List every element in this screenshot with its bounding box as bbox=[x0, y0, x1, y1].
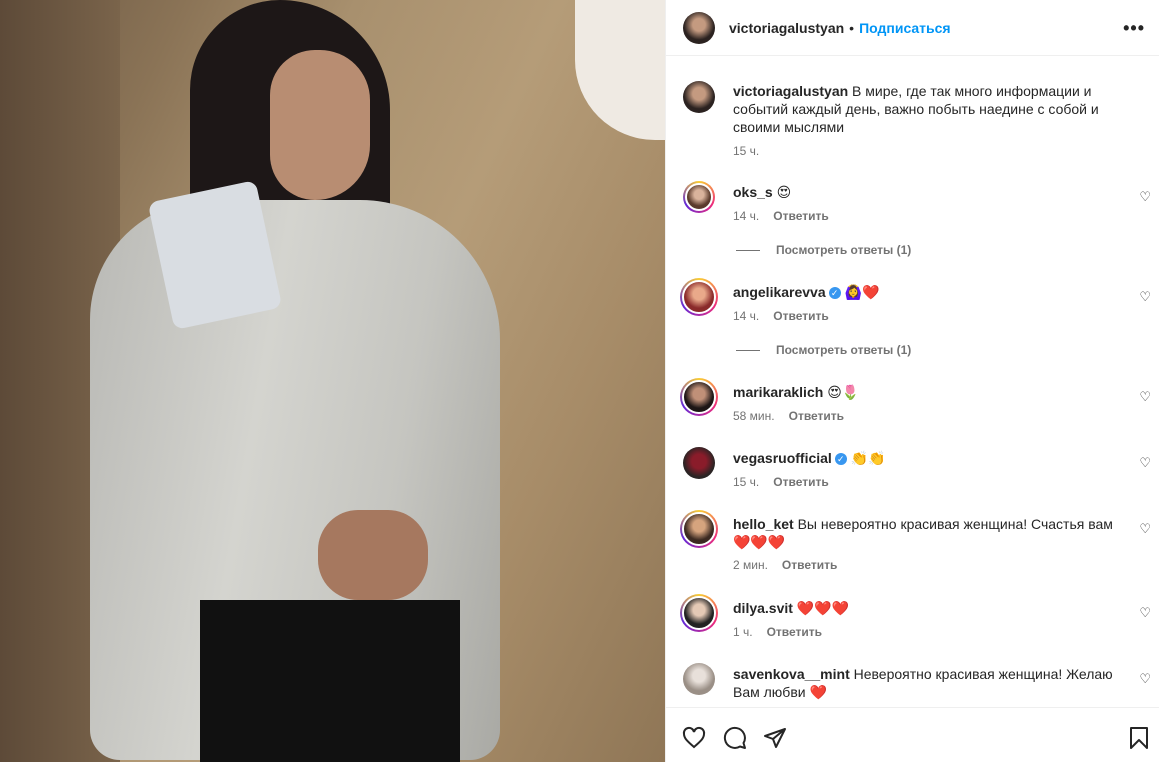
reply-button[interactable]: Ответить bbox=[773, 309, 828, 323]
verified-badge-icon: ✓ bbox=[834, 453, 847, 465]
like-heart-icon[interactable]: ♡ bbox=[1139, 189, 1151, 205]
commenter-avatar[interactable] bbox=[680, 278, 718, 316]
view-replies-button[interactable]: Посмотреть ответы (1) bbox=[736, 343, 911, 357]
comment-time: 58 мин. bbox=[733, 409, 775, 423]
heart-icon[interactable] bbox=[682, 726, 706, 756]
comment-username[interactable]: savenkova__mint bbox=[733, 666, 850, 682]
comment-time: 14 ч. bbox=[733, 309, 760, 323]
like-heart-icon[interactable]: ♡ bbox=[1139, 605, 1151, 621]
reply-button[interactable]: Ответить bbox=[773, 475, 828, 489]
post-photo[interactable] bbox=[0, 0, 665, 762]
comment-time: 2 мин. bbox=[733, 558, 768, 572]
comment-text: 😍🌷 bbox=[827, 385, 860, 401]
comment-username[interactable]: dilya.svit bbox=[733, 600, 793, 616]
comment-time: 14 ч. bbox=[733, 209, 760, 223]
commenter-avatar[interactable] bbox=[680, 378, 718, 416]
comments-list[interactable]: victoriagalustyan В мире, где так много … bbox=[666, 57, 1159, 707]
comment-time: 15 ч. bbox=[733, 475, 760, 489]
comments-panel: victoriagalustyan • Подписаться ••• vict… bbox=[665, 0, 1159, 762]
comment-text: 😍 bbox=[776, 185, 792, 201]
comment-username[interactable]: marikaraklich bbox=[733, 384, 823, 400]
comment-text: 🙆‍♀️❤️ bbox=[844, 285, 880, 301]
replies-line bbox=[736, 349, 760, 351]
like-heart-icon[interactable]: ♡ bbox=[1139, 455, 1151, 471]
photo-pants bbox=[200, 600, 460, 762]
author-avatar[interactable] bbox=[683, 11, 715, 44]
bookmark-icon[interactable] bbox=[1128, 726, 1150, 756]
comment-username[interactable]: oks_s bbox=[733, 184, 773, 200]
caption-time: 15 ч. bbox=[733, 144, 760, 158]
like-heart-icon[interactable]: ♡ bbox=[1139, 521, 1151, 537]
commenter-avatar[interactable] bbox=[683, 181, 715, 213]
commenter-avatar[interactable] bbox=[683, 447, 715, 479]
more-options-icon[interactable]: ••• bbox=[1123, 18, 1145, 39]
comment-text: ❤️❤️❤️ bbox=[796, 601, 850, 617]
view-replies-label: Посмотреть ответы (1) bbox=[776, 243, 912, 257]
like-heart-icon[interactable]: ♡ bbox=[1139, 671, 1151, 687]
comment-username[interactable]: angelikarevva bbox=[733, 284, 826, 300]
separator-dot: • bbox=[849, 19, 855, 36]
post-header: victoriagalustyan • Подписаться ••• bbox=[666, 0, 1159, 56]
like-heart-icon[interactable]: ♡ bbox=[1139, 389, 1151, 405]
commenter-avatar[interactable] bbox=[680, 594, 718, 632]
comment-time: 1 ч. bbox=[733, 625, 753, 639]
author-avatar[interactable] bbox=[683, 81, 715, 113]
reply-button[interactable]: Ответить bbox=[789, 409, 844, 423]
author-username[interactable]: victoriagalustyan bbox=[729, 20, 844, 36]
commenter-avatar[interactable] bbox=[680, 510, 718, 548]
photo-hand bbox=[318, 510, 428, 600]
like-heart-icon[interactable]: ♡ bbox=[1139, 289, 1151, 305]
photo-face bbox=[270, 50, 370, 200]
follow-button[interactable]: Подписаться bbox=[859, 20, 951, 36]
caption-username[interactable]: victoriagalustyan bbox=[733, 83, 848, 99]
replies-line bbox=[736, 249, 760, 251]
share-icon[interactable] bbox=[763, 726, 787, 756]
reply-button[interactable]: Ответить bbox=[767, 625, 822, 639]
commenter-avatar[interactable] bbox=[683, 663, 715, 695]
verified-badge-icon: ✓ bbox=[828, 287, 841, 299]
view-replies-button[interactable]: Посмотреть ответы (1) bbox=[736, 243, 911, 257]
comment-text: 👏👏 bbox=[850, 451, 886, 467]
comment-username[interactable]: hello_ket bbox=[733, 516, 794, 532]
view-replies-label: Посмотреть ответы (1) bbox=[776, 343, 912, 357]
action-bar bbox=[666, 707, 1159, 763]
reply-button[interactable]: Ответить bbox=[773, 209, 828, 223]
comment-icon[interactable] bbox=[723, 726, 747, 756]
photo-background bbox=[575, 0, 665, 140]
comment-username[interactable]: vegasruofficial bbox=[733, 450, 832, 466]
reply-button[interactable]: Ответить bbox=[782, 558, 837, 572]
